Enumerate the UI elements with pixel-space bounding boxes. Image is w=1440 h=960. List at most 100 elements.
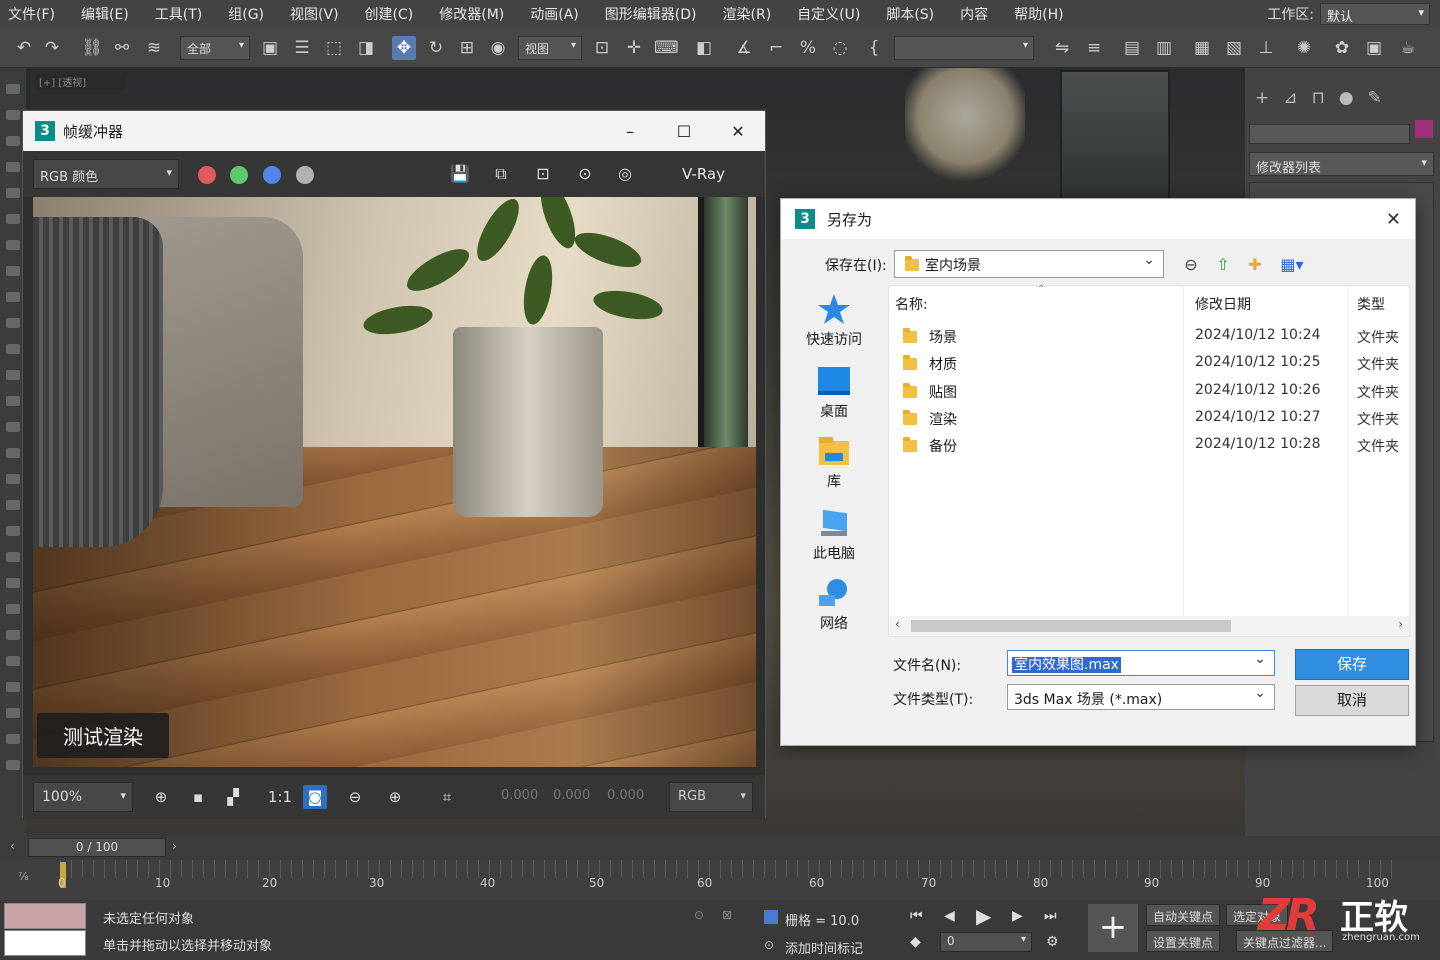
add-time-tag[interactable]: 添加时间标记	[785, 938, 863, 957]
minimize-icon[interactable]: –	[603, 122, 657, 141]
strip-icon[interactable]	[6, 84, 20, 94]
align-icon[interactable]: ≡	[1082, 36, 1106, 60]
go-to-start-icon[interactable]: ⏮	[910, 908, 923, 924]
set-key-button[interactable]: 设置关键点	[1146, 930, 1221, 952]
alpha-channel-toggle[interactable]	[296, 166, 314, 184]
strip-icon[interactable]	[6, 682, 20, 692]
strip-icon[interactable]	[6, 708, 20, 718]
strip-icon[interactable]	[6, 396, 20, 406]
filetype-dropdown[interactable]: 3ds Max 场景 (*.max)	[1007, 684, 1275, 710]
file-row[interactable]: 备份 2024/10/12 10:28 文件夹	[889, 431, 1409, 458]
strip-icon[interactable]	[6, 188, 20, 198]
menu-modifiers[interactable]: 修改器(M)	[426, 4, 517, 24]
maxscript-input-mini[interactable]	[4, 930, 86, 956]
strip-icon[interactable]	[6, 240, 20, 250]
strip-icon[interactable]	[6, 422, 20, 432]
redo-icon[interactable]: ↷	[40, 36, 64, 60]
strip-icon[interactable]	[6, 110, 20, 120]
close-icon[interactable]: ✕	[711, 122, 765, 141]
strip-icon[interactable]	[6, 474, 20, 484]
named-selection-icon[interactable]: {	[862, 36, 886, 60]
toggle-ribbon-icon[interactable]: ⊥	[1254, 36, 1278, 60]
modifier-list-dropdown[interactable]: 修改器列表	[1249, 152, 1434, 176]
place-icon[interactable]: ◉	[486, 36, 510, 60]
angle-snap-icon[interactable]: ∡	[732, 36, 756, 60]
rotate-icon[interactable]: ↻	[424, 36, 448, 60]
view-menu-icon[interactable]: ▦▾	[1275, 253, 1309, 277]
menu-scripting[interactable]: 脚本(S)	[873, 4, 947, 24]
strip-icon[interactable]	[6, 656, 20, 666]
save-button[interactable]: 保存	[1295, 649, 1409, 680]
strip-icon[interactable]	[6, 162, 20, 172]
place-network[interactable]: 网络	[781, 577, 887, 633]
prev-frame-icon[interactable]: ‹	[10, 839, 15, 853]
strip-icon[interactable]	[6, 266, 20, 276]
scale-icon[interactable]: ⊞	[455, 36, 479, 60]
place-desktop[interactable]: 桌面	[781, 365, 887, 421]
file-row[interactable]: 贴图 2024/10/12 10:26 文件夹	[889, 377, 1409, 404]
strip-icon[interactable]	[6, 630, 20, 640]
display-mode-dropdown[interactable]: RGB	[669, 782, 753, 812]
motion-tab-icon[interactable]: ●	[1339, 88, 1354, 108]
horizontal-scrollbar[interactable]: ‹ ›	[889, 616, 1409, 636]
file-list[interactable]: 名称: ⌃ 修改日期 类型 场景 2024/10/12 10:24 文件夹 材质…	[888, 284, 1410, 637]
modify-tab-icon[interactable]: ⊿	[1283, 88, 1297, 108]
window-crossing-icon[interactable]: ◨	[354, 36, 378, 60]
strip-icon[interactable]	[6, 526, 20, 536]
layer-explorer-icon[interactable]: ▥	[1152, 36, 1176, 60]
create-tab-icon[interactable]: +	[1255, 88, 1269, 108]
actual-size-button[interactable]: 1:1	[265, 785, 295, 809]
previous-frame-icon[interactable]: ◀	[944, 908, 955, 924]
strip-icon[interactable]	[6, 318, 20, 328]
selection-filter-dropdown[interactable]: 全部	[180, 36, 250, 60]
key-mode-button[interactable]: +	[1088, 904, 1138, 952]
column-date-header[interactable]: 修改日期	[1195, 294, 1251, 314]
strip-icon[interactable]	[6, 552, 20, 562]
zoom-dropdown[interactable]: 100%	[33, 782, 133, 812]
maximize-icon[interactable]: ☐	[657, 122, 711, 141]
keyboard-shortcut-icon[interactable]: ⌨	[654, 36, 679, 60]
cancel-button[interactable]: 取消	[1295, 685, 1409, 716]
menu-edit[interactable]: 编辑(E)	[68, 4, 142, 24]
lock-selection-icon[interactable]: ⊠	[722, 908, 732, 922]
scene-explorer-icon[interactable]: ▤	[1120, 36, 1144, 60]
go-to-end-icon[interactable]: ⏭	[1044, 908, 1057, 924]
next-frame-icon[interactable]: ▶	[1012, 908, 1023, 924]
utilities-tab-icon[interactable]: ✎	[1368, 88, 1382, 108]
menu-animation[interactable]: 动画(A)	[517, 4, 592, 24]
menu-views[interactable]: 视图(V)	[277, 4, 352, 24]
link-icon[interactable]: ⛓	[80, 36, 104, 60]
time-slider[interactable]: 0 / 100	[28, 838, 166, 857]
edit-named-selection-icon[interactable]: ◌	[828, 36, 852, 60]
close-icon[interactable]: ✕	[1386, 209, 1401, 230]
menu-customize[interactable]: 自定义(U)	[784, 4, 873, 24]
rect-selection-icon[interactable]: ⬚	[322, 36, 346, 60]
strip-icon[interactable]	[6, 760, 20, 770]
channel-dropdown[interactable]: RGB 颜色	[33, 159, 179, 189]
strip-icon[interactable]	[6, 370, 20, 380]
track-mouse-icon[interactable]: ⊙	[574, 163, 596, 185]
move-icon[interactable]: ✥	[392, 36, 416, 60]
percent-snap-icon[interactable]: ⌐	[764, 36, 788, 60]
pivot-center-icon[interactable]: ⊡	[590, 36, 614, 60]
maxscript-listener-mini[interactable]	[4, 903, 86, 929]
history-icon[interactable]: ⧉	[490, 163, 512, 185]
render-production-icon[interactable]: ☕	[1396, 36, 1420, 60]
menu-tools[interactable]: 工具(T)	[142, 4, 215, 24]
file-row[interactable]: 渲染 2024/10/12 10:27 文件夹	[889, 404, 1409, 431]
lens-effects-icon[interactable]: ◙	[303, 785, 327, 809]
save-in-dropdown[interactable]: 室内场景	[894, 250, 1164, 278]
column-type-header[interactable]: 类型	[1357, 294, 1385, 314]
isolate-icon[interactable]: ⊙	[694, 908, 704, 922]
zoom-fit-icon[interactable]: ⊕	[149, 785, 173, 809]
workspace-dropdown[interactable]: 默认	[1320, 3, 1430, 25]
menu-group[interactable]: 组(G)	[215, 4, 277, 24]
green-channel-toggle[interactable]	[230, 166, 248, 184]
place-library[interactable]: 库	[781, 435, 887, 491]
next-frame-icon[interactable]: ›	[172, 839, 177, 853]
menu-graph-editors[interactable]: 图形编辑器(D)	[592, 4, 710, 24]
column-name-header[interactable]: 名称:	[895, 294, 928, 314]
render-icon[interactable]: ◎	[614, 163, 636, 185]
strip-icon[interactable]	[6, 448, 20, 458]
strip-icon[interactable]	[6, 344, 20, 354]
